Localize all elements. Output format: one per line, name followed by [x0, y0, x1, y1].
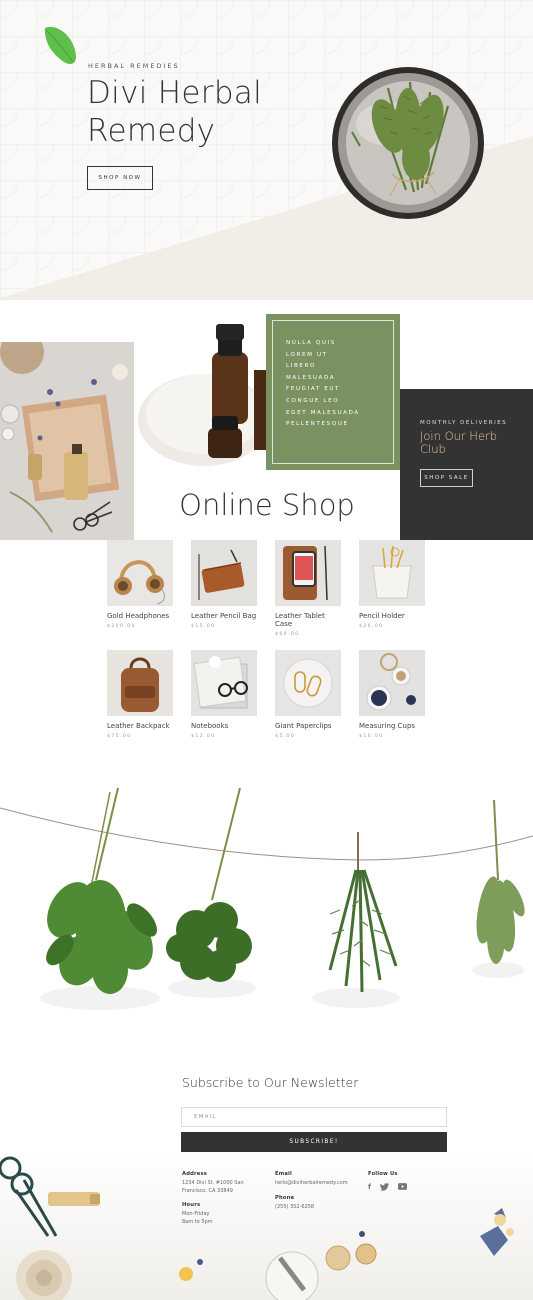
address-value: 1234 Divi St. #1000 San Francisco, CA 33… — [182, 1180, 244, 1195]
features-box: NULLA QUIS LOREM UT LIBERO MALESUADA FEU… — [266, 314, 400, 470]
product-card[interactable]: Giant Paperclips $5.00 — [275, 650, 343, 739]
feature-item: LIBERO — [286, 363, 317, 370]
product-image[interactable] — [191, 540, 257, 606]
hero-title: Divi Herbal Remedy — [87, 75, 263, 149]
email-input[interactable] — [181, 1107, 447, 1127]
hours-line: Mon-Friday — [182, 1211, 210, 1217]
product-price: $60.00 — [275, 632, 300, 637]
feature-item: EGET MALESUADA — [286, 409, 360, 416]
feature-item: NULLA QUIS — [286, 340, 336, 346]
product-price: $75.00 — [107, 734, 132, 739]
email-link[interactable]: hello@diviherbalremedy.com — [275, 1180, 348, 1188]
newsletter-title: Subscribe to Our Newsletter — [182, 1075, 359, 1090]
phone-label: Phone — [275, 1194, 295, 1201]
email-label: Email — [275, 1171, 293, 1177]
product-price: $10.00 — [359, 734, 384, 739]
hours-label: Hours — [182, 1202, 201, 1208]
leaf-icon — [44, 26, 76, 65]
product-card[interactable]: Leather Pencil Bag $15.00 — [191, 540, 259, 629]
hours-value: Mon-Friday 8am to 5pm — [182, 1211, 244, 1226]
footer-social-column: Follow Us f — [368, 1171, 408, 1191]
flatlay-image — [0, 342, 134, 540]
promo-title: Join Our Herb Club — [420, 429, 498, 456]
facebook-icon[interactable]: f — [368, 1183, 371, 1191]
product-price: $5.00 — [275, 734, 296, 739]
product-image[interactable] — [191, 650, 257, 716]
herb-bowl-image — [332, 67, 484, 219]
feature-item: FEUGIAT EUT — [286, 386, 341, 393]
twitter-icon[interactable] — [380, 1183, 390, 1191]
address-line: 1234 Divi St. #1000 San — [182, 1180, 244, 1186]
product-image[interactable] — [107, 650, 173, 716]
product-name[interactable]: Leather Tablet Case — [275, 612, 343, 628]
product-price: $12.00 — [191, 734, 216, 739]
product-name[interactable]: Giant Paperclips — [275, 722, 343, 730]
shop-now-button[interactable]: SHOP NOW — [87, 166, 153, 190]
footer-decor-image — [0, 1150, 533, 1300]
product-name[interactable]: Notebooks — [191, 722, 259, 730]
address-label: Address — [182, 1171, 208, 1177]
footer-address-column: Address 1234 Divi St. #1000 San Francisc… — [182, 1171, 244, 1226]
product-card[interactable]: Measuring Cups $10.00 — [359, 650, 427, 739]
shop-sale-button[interactable]: SHOP SALE — [420, 469, 473, 487]
youtube-icon[interactable] — [398, 1183, 408, 1190]
product-price: $20.00 — [359, 624, 384, 629]
features-list: NULLA QUIS LOREM UT LIBERO MALESUADA FEU… — [286, 338, 360, 431]
product-image[interactable] — [275, 540, 341, 606]
product-card[interactable]: Pencil Holder $20.00 — [359, 540, 427, 629]
phone-link[interactable]: (255) 352-6258 — [275, 1204, 348, 1212]
online-shop-title: Online Shop — [179, 488, 355, 522]
feature-item: LOREM UT — [286, 351, 328, 358]
feature-item: PELLENTESQUE — [286, 421, 349, 428]
product-name[interactable]: Gold Headphones — [107, 612, 175, 620]
product-name[interactable]: Leather Pencil Bag — [191, 612, 259, 620]
product-card[interactable]: Gold Headphones $200.00 — [107, 540, 175, 629]
product-name[interactable]: Pencil Holder — [359, 612, 427, 620]
footer-contact-column: Email hello@diviherbalremedy.com Phone (… — [275, 1171, 348, 1211]
product-price: $15.00 — [191, 624, 216, 629]
subscribe-button[interactable]: SUBSCRIBE! — [181, 1132, 447, 1152]
feature-item: MALESUADA — [286, 374, 336, 381]
social-links: f — [368, 1183, 408, 1191]
product-price: $200.00 — [107, 624, 136, 629]
product-name[interactable]: Leather Backpack — [107, 722, 175, 730]
product-card[interactable]: Leather Backpack $75.00 — [107, 650, 175, 739]
bottles-image — [134, 300, 268, 470]
product-name[interactable]: Measuring Cups — [359, 722, 427, 730]
product-card[interactable]: Notebooks $12.00 — [191, 650, 259, 739]
product-image[interactable] — [359, 650, 425, 716]
product-card[interactable]: Leather Tablet Case $60.00 — [275, 540, 343, 637]
feature-item: CONGUE LEO — [286, 397, 340, 404]
product-image[interactable] — [107, 540, 173, 606]
herb-club-promo: MONTHLY DELIVERIES Join Our Herb Club SH… — [400, 389, 533, 540]
hours-line: 8am to 5pm — [182, 1218, 213, 1225]
hanging-herbs-image — [0, 770, 533, 1060]
promo-eyebrow: MONTHLY DELIVERIES — [420, 420, 508, 426]
follow-label: Follow Us — [368, 1171, 398, 1177]
hero-section: HERBAL REMEDIES Divi Herbal Remedy SHOP … — [0, 0, 533, 300]
product-image[interactable] — [275, 650, 341, 716]
product-image[interactable] — [359, 540, 425, 606]
hero-eyebrow: HERBAL REMEDIES — [88, 62, 180, 70]
address-line: Francisco, CA 33849 — [182, 1187, 233, 1194]
